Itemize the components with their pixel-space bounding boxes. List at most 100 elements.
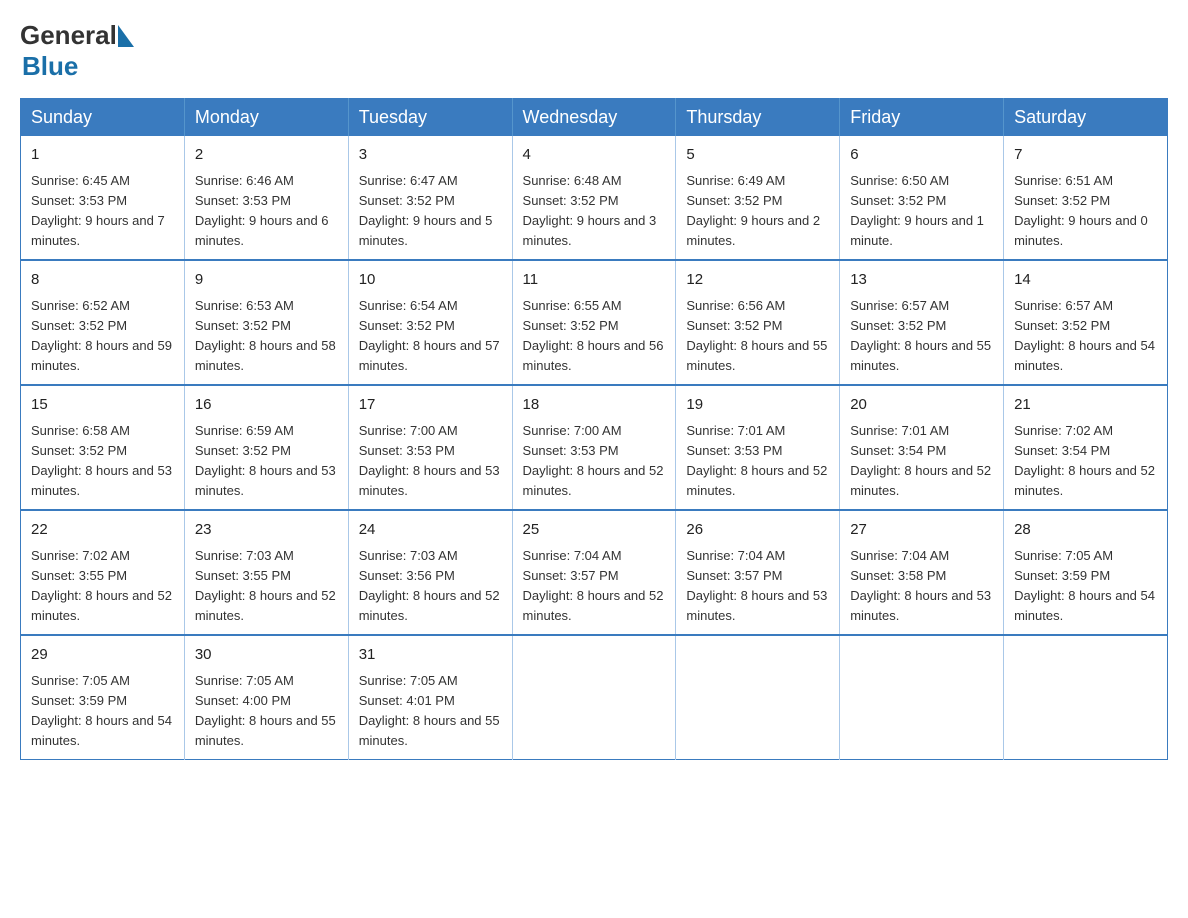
calendar-day-cell: 19 Sunrise: 7:01 AM Sunset: 3:53 PM Dayl… [676,385,840,510]
calendar-week-row: 8 Sunrise: 6:52 AM Sunset: 3:52 PM Dayli… [21,260,1168,385]
day-info: Sunrise: 6:49 AM Sunset: 3:52 PM Dayligh… [686,171,829,252]
day-number: 8 [31,269,174,292]
day-number: 24 [359,519,502,542]
day-info: Sunrise: 6:53 AM Sunset: 3:52 PM Dayligh… [195,296,338,377]
day-number: 6 [850,144,993,167]
day-info: Sunrise: 7:04 AM Sunset: 3:57 PM Dayligh… [686,546,829,627]
calendar-day-cell: 2 Sunrise: 6:46 AM Sunset: 3:53 PM Dayli… [184,136,348,260]
day-info: Sunrise: 7:05 AM Sunset: 3:59 PM Dayligh… [1014,546,1157,627]
calendar-day-cell: 9 Sunrise: 6:53 AM Sunset: 3:52 PM Dayli… [184,260,348,385]
day-info: Sunrise: 7:02 AM Sunset: 3:54 PM Dayligh… [1014,421,1157,502]
day-info: Sunrise: 6:55 AM Sunset: 3:52 PM Dayligh… [523,296,666,377]
calendar-week-row: 1 Sunrise: 6:45 AM Sunset: 3:53 PM Dayli… [21,136,1168,260]
day-number: 21 [1014,394,1157,417]
logo-general-text: General [20,20,117,51]
day-number: 23 [195,519,338,542]
day-number: 5 [686,144,829,167]
day-info: Sunrise: 6:54 AM Sunset: 3:52 PM Dayligh… [359,296,502,377]
calendar-day-cell: 7 Sunrise: 6:51 AM Sunset: 3:52 PM Dayli… [1004,136,1168,260]
calendar-day-cell: 28 Sunrise: 7:05 AM Sunset: 3:59 PM Dayl… [1004,510,1168,635]
calendar-day-cell: 16 Sunrise: 6:59 AM Sunset: 3:52 PM Dayl… [184,385,348,510]
page-header: General Blue [20,20,1168,82]
day-of-week-header: Friday [840,99,1004,137]
day-info: Sunrise: 6:58 AM Sunset: 3:52 PM Dayligh… [31,421,174,502]
day-number: 16 [195,394,338,417]
day-info: Sunrise: 6:46 AM Sunset: 3:53 PM Dayligh… [195,171,338,252]
day-info: Sunrise: 6:57 AM Sunset: 3:52 PM Dayligh… [1014,296,1157,377]
day-info: Sunrise: 7:01 AM Sunset: 3:54 PM Dayligh… [850,421,993,502]
calendar-day-cell: 31 Sunrise: 7:05 AM Sunset: 4:01 PM Dayl… [348,635,512,760]
day-info: Sunrise: 6:48 AM Sunset: 3:52 PM Dayligh… [523,171,666,252]
day-number: 14 [1014,269,1157,292]
calendar-day-cell: 8 Sunrise: 6:52 AM Sunset: 3:52 PM Dayli… [21,260,185,385]
calendar-week-row: 15 Sunrise: 6:58 AM Sunset: 3:52 PM Dayl… [21,385,1168,510]
calendar-day-cell: 5 Sunrise: 6:49 AM Sunset: 3:52 PM Dayli… [676,136,840,260]
day-of-week-header: Wednesday [512,99,676,137]
day-number: 3 [359,144,502,167]
day-number: 17 [359,394,502,417]
day-number: 31 [359,644,502,667]
logo-arrow-icon [118,25,134,47]
day-info: Sunrise: 7:01 AM Sunset: 3:53 PM Dayligh… [686,421,829,502]
day-info: Sunrise: 7:05 AM Sunset: 4:00 PM Dayligh… [195,671,338,752]
day-number: 7 [1014,144,1157,167]
calendar-day-cell: 4 Sunrise: 6:48 AM Sunset: 3:52 PM Dayli… [512,136,676,260]
calendar-day-cell: 6 Sunrise: 6:50 AM Sunset: 3:52 PM Dayli… [840,136,1004,260]
calendar-day-cell: 25 Sunrise: 7:04 AM Sunset: 3:57 PM Dayl… [512,510,676,635]
day-info: Sunrise: 6:57 AM Sunset: 3:52 PM Dayligh… [850,296,993,377]
calendar-day-cell: 15 Sunrise: 6:58 AM Sunset: 3:52 PM Dayl… [21,385,185,510]
day-of-week-header: Tuesday [348,99,512,137]
day-number: 25 [523,519,666,542]
day-of-week-header: Saturday [1004,99,1168,137]
calendar-day-cell: 3 Sunrise: 6:47 AM Sunset: 3:52 PM Dayli… [348,136,512,260]
day-number: 20 [850,394,993,417]
day-number: 29 [31,644,174,667]
day-info: Sunrise: 6:56 AM Sunset: 3:52 PM Dayligh… [686,296,829,377]
day-number: 4 [523,144,666,167]
day-info: Sunrise: 6:51 AM Sunset: 3:52 PM Dayligh… [1014,171,1157,252]
day-info: Sunrise: 7:00 AM Sunset: 3:53 PM Dayligh… [359,421,502,502]
day-number: 30 [195,644,338,667]
calendar-day-cell: 1 Sunrise: 6:45 AM Sunset: 3:53 PM Dayli… [21,136,185,260]
day-info: Sunrise: 7:03 AM Sunset: 3:55 PM Dayligh… [195,546,338,627]
day-info: Sunrise: 7:00 AM Sunset: 3:53 PM Dayligh… [523,421,666,502]
day-number: 26 [686,519,829,542]
calendar-day-cell: 27 Sunrise: 7:04 AM Sunset: 3:58 PM Dayl… [840,510,1004,635]
day-of-week-header: Thursday [676,99,840,137]
calendar-day-cell [840,635,1004,760]
day-number: 12 [686,269,829,292]
calendar-day-cell: 22 Sunrise: 7:02 AM Sunset: 3:55 PM Dayl… [21,510,185,635]
calendar-day-cell: 26 Sunrise: 7:04 AM Sunset: 3:57 PM Dayl… [676,510,840,635]
day-info: Sunrise: 7:02 AM Sunset: 3:55 PM Dayligh… [31,546,174,627]
day-info: Sunrise: 6:47 AM Sunset: 3:52 PM Dayligh… [359,171,502,252]
calendar-day-cell [676,635,840,760]
day-number: 13 [850,269,993,292]
day-info: Sunrise: 7:05 AM Sunset: 4:01 PM Dayligh… [359,671,502,752]
calendar-day-cell: 13 Sunrise: 6:57 AM Sunset: 3:52 PM Dayl… [840,260,1004,385]
calendar-day-cell: 14 Sunrise: 6:57 AM Sunset: 3:52 PM Dayl… [1004,260,1168,385]
day-number: 22 [31,519,174,542]
day-number: 10 [359,269,502,292]
day-number: 11 [523,269,666,292]
day-of-week-header: Monday [184,99,348,137]
day-number: 15 [31,394,174,417]
day-info: Sunrise: 7:03 AM Sunset: 3:56 PM Dayligh… [359,546,502,627]
calendar-day-cell: 30 Sunrise: 7:05 AM Sunset: 4:00 PM Dayl… [184,635,348,760]
logo-blue-text: Blue [22,51,78,81]
calendar-day-cell: 29 Sunrise: 7:05 AM Sunset: 3:59 PM Dayl… [21,635,185,760]
day-number: 1 [31,144,174,167]
day-number: 27 [850,519,993,542]
day-info: Sunrise: 7:04 AM Sunset: 3:57 PM Dayligh… [523,546,666,627]
day-number: 18 [523,394,666,417]
calendar-day-cell: 11 Sunrise: 6:55 AM Sunset: 3:52 PM Dayl… [512,260,676,385]
calendar-day-cell: 18 Sunrise: 7:00 AM Sunset: 3:53 PM Dayl… [512,385,676,510]
calendar-day-cell: 21 Sunrise: 7:02 AM Sunset: 3:54 PM Dayl… [1004,385,1168,510]
day-info: Sunrise: 6:59 AM Sunset: 3:52 PM Dayligh… [195,421,338,502]
day-number: 28 [1014,519,1157,542]
day-of-week-header: Sunday [21,99,185,137]
calendar-header-row: SundayMondayTuesdayWednesdayThursdayFrid… [21,99,1168,137]
logo: General Blue [20,20,135,82]
day-info: Sunrise: 6:45 AM Sunset: 3:53 PM Dayligh… [31,171,174,252]
calendar-day-cell: 23 Sunrise: 7:03 AM Sunset: 3:55 PM Dayl… [184,510,348,635]
calendar-day-cell: 10 Sunrise: 6:54 AM Sunset: 3:52 PM Dayl… [348,260,512,385]
